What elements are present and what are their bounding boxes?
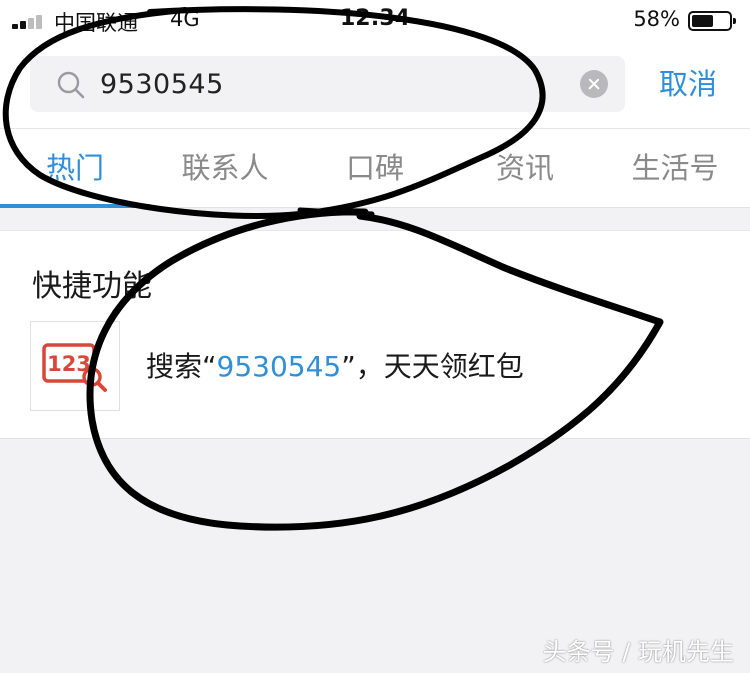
quick-function-suffix: ”，天天领红包	[341, 350, 524, 383]
search-input[interactable]	[100, 56, 560, 112]
watermark: 头条号 / 玩机先生	[542, 638, 734, 666]
tab-lifestyle-accounts[interactable]: 生活号	[600, 129, 750, 209]
cancel-button[interactable]: 取消	[648, 64, 728, 104]
tab-news[interactable]: 资讯	[450, 129, 600, 209]
battery-icon	[688, 11, 736, 31]
tab-contacts[interactable]: 联系人	[150, 129, 300, 209]
battery-level-fill	[692, 15, 713, 27]
annotation-tail-search	[297, 207, 375, 217]
quick-functions-section: 快捷功能 123 搜索“9530545”，天天领红包	[0, 230, 750, 439]
quick-function-highlight: 9530545	[216, 350, 342, 383]
quick-function-icon-box: 123	[30, 321, 120, 411]
section-title: 快捷功能	[32, 269, 152, 304]
clear-search-icon[interactable]	[580, 70, 608, 98]
tab-hot[interactable]: 热门	[0, 129, 150, 209]
search-tabs: 热门 联系人 口碑 资讯 生活号	[0, 128, 750, 208]
status-bar: 中国联通 4G 12:34 58%	[0, 0, 750, 42]
tab-koubei[interactable]: 口碑	[300, 129, 450, 209]
quick-function-item[interactable]: 123 搜索“9530545”，天天领红包	[30, 321, 720, 411]
search-icon	[57, 71, 85, 99]
search-box[interactable]	[30, 56, 625, 112]
number-search-icon: 123	[42, 343, 107, 392]
battery-percent: 58%	[633, 7, 680, 31]
search-header: 取消	[0, 42, 750, 128]
quick-function-label: 搜索“9530545”，天天领红包	[146, 345, 524, 385]
quick-function-prefix: 搜索“	[146, 350, 217, 383]
active-tab-indicator	[0, 204, 150, 208]
